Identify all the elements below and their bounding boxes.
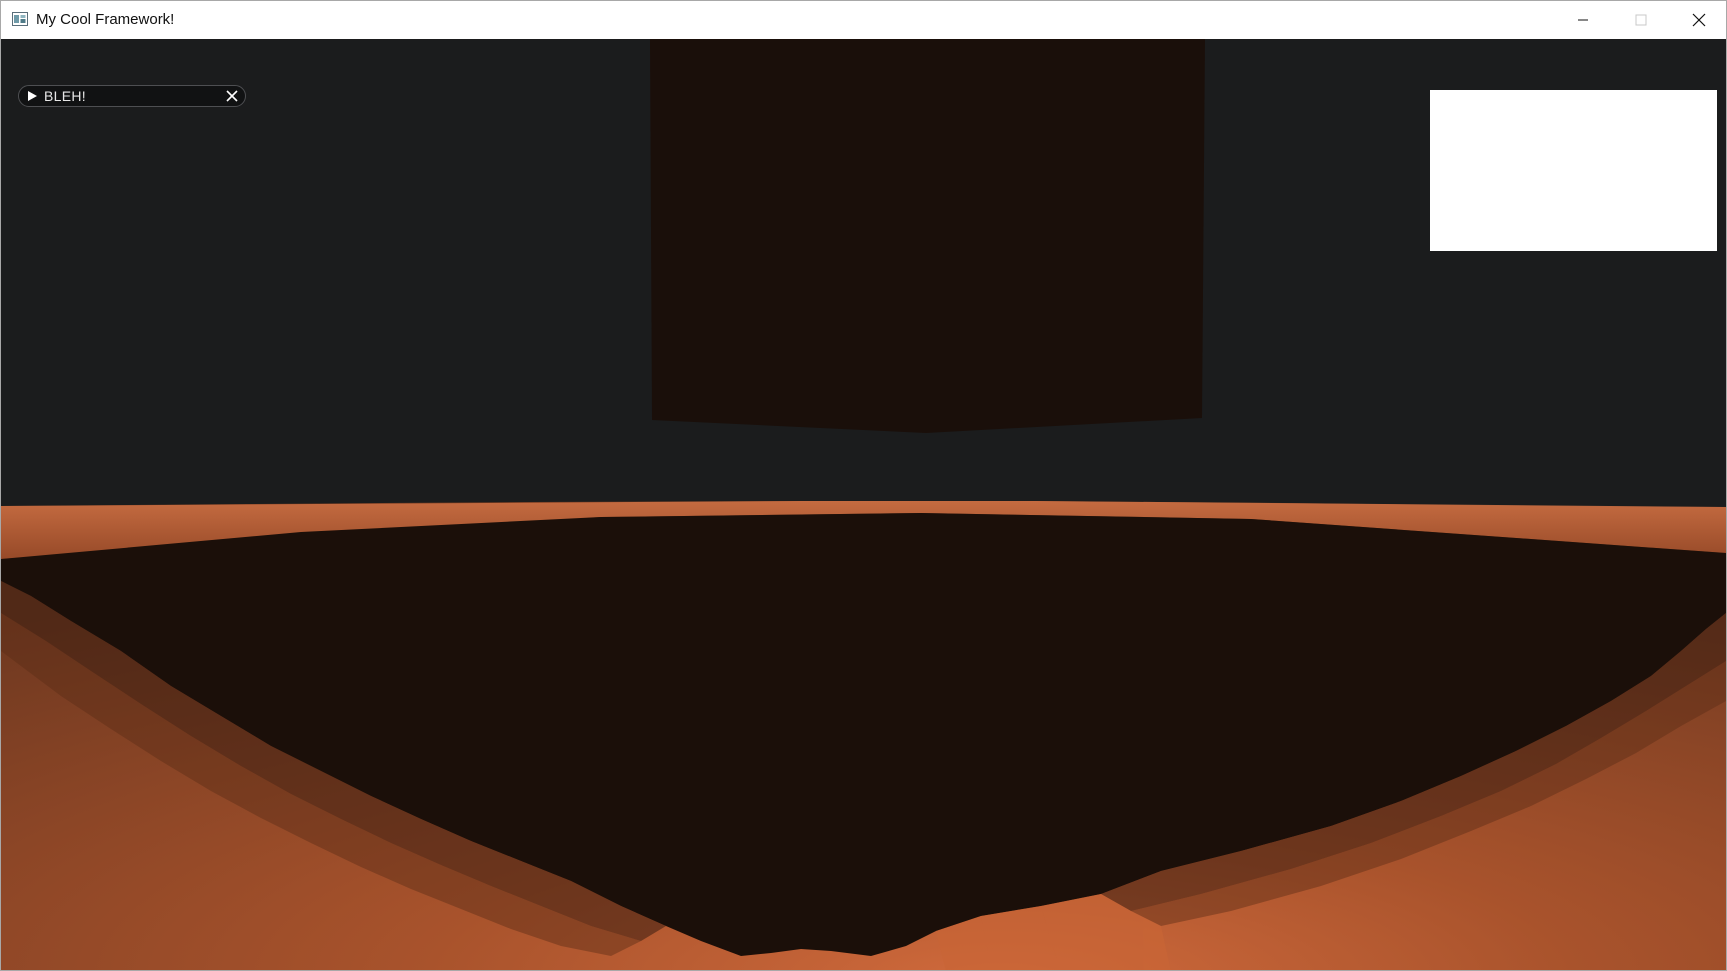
preview-panel — [1430, 90, 1717, 251]
collapsed-arrow-icon[interactable] — [25, 89, 39, 103]
minimize-icon — [1578, 19, 1588, 21]
close-icon[interactable] — [226, 90, 238, 102]
app-window: My Cool Framework! BLEH! — [0, 0, 1727, 971]
window-close-button[interactable] — [1670, 1, 1726, 39]
cube-mesh — [650, 39, 1205, 433]
imgui-collapsing-window[interactable]: BLEH! — [18, 85, 246, 107]
title-bar[interactable]: My Cool Framework! — [1, 1, 1726, 39]
imgui-window-title: BLEH! — [44, 88, 86, 104]
render-viewport[interactable] — [1, 39, 1726, 970]
maximize-button[interactable] — [1612, 1, 1670, 39]
maximize-icon — [1635, 14, 1647, 26]
window-title: My Cool Framework! — [36, 11, 175, 28]
close-icon — [1692, 13, 1706, 27]
app-window-icon — [12, 12, 28, 26]
minimize-button[interactable] — [1554, 1, 1612, 39]
